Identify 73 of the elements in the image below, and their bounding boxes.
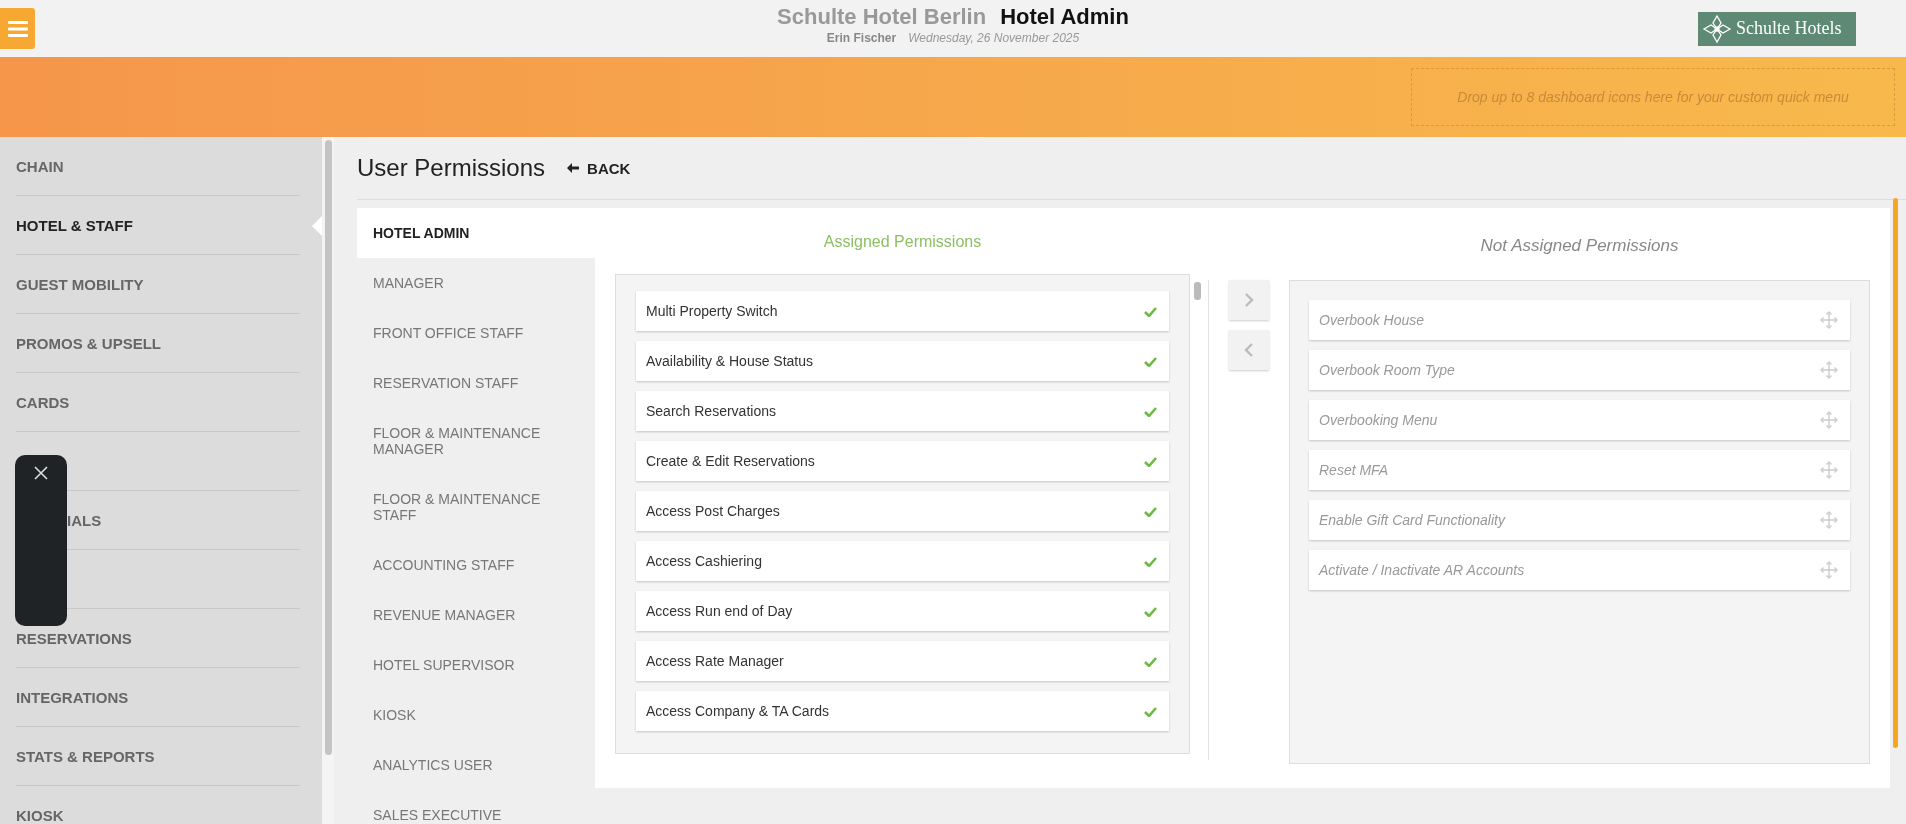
permission-item[interactable]: Access Run end of Day (636, 591, 1169, 631)
move-icon (1820, 361, 1838, 379)
move-icon (1820, 461, 1838, 479)
permission-item[interactable]: Access Company & TA Cards (636, 691, 1169, 731)
hotel-logo: Schulte Hotels (1698, 11, 1856, 46)
permission-item[interactable]: Search Reservations (636, 391, 1169, 431)
permission-item[interactable]: Overbook House (1309, 300, 1850, 340)
move-icon (1820, 561, 1838, 579)
move-icon (1820, 311, 1838, 329)
sidebar-item[interactable]: HOTEL & STAFF (16, 216, 133, 234)
permission-item[interactable]: Overbooking Menu (1309, 400, 1850, 440)
chevron-right-icon (1244, 292, 1254, 308)
move-icon (1820, 511, 1838, 529)
role-tab[interactable]: RESERVATION STAFF (357, 358, 595, 408)
role-tab[interactable]: FLOOR & MAINTENANCE STAFF (357, 474, 595, 540)
role-tab[interactable]: REVENUE MANAGER (357, 590, 595, 640)
check-icon (1144, 605, 1157, 617)
permission-item[interactable]: Create & Edit Reservations (636, 441, 1169, 481)
arrow-left-icon (567, 163, 580, 173)
column-heading: Assigned Permissions (822, 232, 983, 252)
check-icon (1144, 355, 1157, 367)
permission-item[interactable]: Multi Property Switch (636, 291, 1169, 331)
scrollbar-thumb[interactable] (324, 140, 332, 755)
role-tab[interactable]: HOTEL SUPERVISOR (357, 640, 595, 690)
sidebar-item[interactable]: INTEGRATIONS (16, 688, 129, 706)
menu-icon (7, 19, 28, 38)
check-icon (1144, 305, 1157, 317)
check-icon (1144, 405, 1157, 417)
role-tab[interactable]: SALES EXECUTIVE (357, 790, 595, 824)
permission-item[interactable]: Reset MFA (1309, 450, 1850, 490)
sidebar-item[interactable]: CHAIN (16, 157, 64, 175)
hotel-name: Schulte Hotel Berlin (777, 4, 987, 30)
role-tab[interactable]: HOTEL ADMIN (357, 208, 595, 258)
date-text: Wednesday, 26 November 2025 (908, 31, 1080, 45)
role-tab[interactable]: FLOOR & MAINTENANCE MANAGER (357, 408, 595, 474)
check-icon (1144, 505, 1157, 517)
scrollbar-thumb[interactable] (1893, 198, 1898, 748)
ornament-icon (1702, 13, 1732, 44)
permission-item[interactable]: Access Rate Manager (636, 641, 1169, 681)
sidebar-item[interactable]: STATS & REPORTS (16, 747, 155, 765)
role-tab[interactable]: FRONT OFFICE STAFF (357, 308, 595, 358)
sidebar-item[interactable]: RESERVATIONS (16, 629, 132, 647)
user-name: Erin Fischer (826, 31, 897, 45)
page-title: User Permissions (357, 154, 546, 182)
sidebar-item[interactable]: KIOSK (16, 806, 64, 824)
scrollbar-thumb[interactable] (1194, 282, 1201, 300)
permission-item[interactable]: Availability & House Status (636, 341, 1169, 381)
menu-button[interactable] (0, 8, 35, 49)
check-icon (1144, 705, 1157, 717)
chevron-left-icon (1244, 342, 1254, 358)
permission-item[interactable]: Activate / Inactivate AR Accounts (1309, 550, 1850, 590)
app-title: Hotel Admin (1000, 4, 1129, 30)
permission-item[interactable]: Access Cashiering (636, 541, 1169, 581)
close-icon[interactable] (33, 465, 49, 481)
permission-item[interactable]: Overbook Room Type (1309, 350, 1850, 390)
role-tab[interactable]: ACCOUNTING STAFF (357, 540, 595, 590)
move-right-button[interactable] (1229, 280, 1269, 320)
check-icon (1144, 555, 1157, 567)
sidebar-item[interactable]: IALS (67, 511, 102, 529)
role-tab[interactable]: ANALYTICS USER (357, 740, 595, 790)
role-tab[interactable]: KIOSK (357, 690, 595, 740)
permission-item[interactable]: Enable Gift Card Functionality (1309, 500, 1850, 540)
move-left-button[interactable] (1229, 330, 1269, 370)
role-tab[interactable]: MANAGER (357, 258, 595, 308)
check-icon (1144, 655, 1157, 667)
column-heading: Not Assigned Permissions (1479, 235, 1680, 257)
move-icon (1820, 411, 1838, 429)
check-icon (1144, 455, 1157, 467)
sidebar-item[interactable]: CARDS (16, 393, 70, 411)
sidebar-item[interactable]: PROMOS & UPSELL (16, 334, 161, 352)
permission-item[interactable]: Access Post Charges (636, 491, 1169, 531)
back-button[interactable]: BACK (567, 159, 631, 177)
sidebar-item[interactable]: GUEST MOBILITY (16, 275, 144, 293)
